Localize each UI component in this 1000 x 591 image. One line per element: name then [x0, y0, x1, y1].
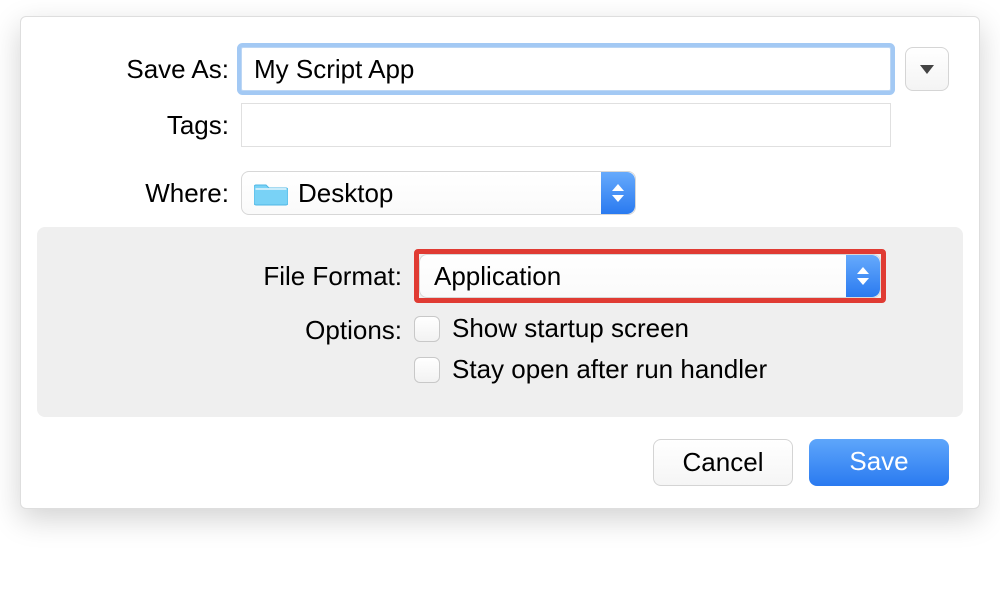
dialog-footer: Cancel Save	[51, 439, 949, 486]
show-startup-label: Show startup screen	[452, 313, 689, 344]
tags-input[interactable]	[241, 103, 891, 147]
stepper-arrows-icon	[601, 172, 635, 214]
where-popup[interactable]: Desktop	[241, 171, 636, 215]
options-block: File Format: Application Options: Show s…	[37, 227, 963, 417]
where-row: Where: Desktop	[51, 171, 949, 215]
checkbox-row-show-startup: Show startup screen	[414, 313, 767, 344]
stay-open-checkbox[interactable]	[414, 357, 440, 383]
file-format-popup[interactable]: Application	[419, 254, 881, 298]
save-as-label: Save As:	[51, 54, 241, 85]
cancel-button[interactable]: Cancel	[653, 439, 793, 486]
stepper-arrows-icon	[846, 255, 880, 297]
save-as-row: Save As: My Script App	[51, 47, 949, 91]
options-row: Options: Show startup screen Stay open a…	[77, 313, 923, 385]
file-format-label: File Format:	[77, 261, 414, 292]
expand-button[interactable]	[905, 47, 949, 91]
where-label: Where:	[51, 178, 241, 209]
where-value: Desktop	[298, 178, 635, 209]
checkbox-row-stay-open: Stay open after run handler	[414, 354, 767, 385]
options-label: Options:	[77, 313, 414, 346]
file-format-row: File Format: Application	[77, 249, 923, 303]
save-dialog: Save As: My Script App Tags: Where: Desk…	[20, 16, 980, 509]
folder-icon	[254, 180, 288, 206]
stay-open-label: Stay open after run handler	[452, 354, 767, 385]
save-button[interactable]: Save	[809, 439, 949, 486]
file-format-value: Application	[420, 261, 880, 292]
save-as-input[interactable]: My Script App	[241, 47, 891, 91]
chevron-down-icon	[920, 65, 934, 74]
tags-label: Tags:	[51, 110, 241, 141]
show-startup-checkbox[interactable]	[414, 316, 440, 342]
options-checkboxes: Show startup screen Stay open after run …	[414, 313, 767, 385]
file-format-highlight: Application	[414, 249, 886, 303]
tags-row: Tags:	[51, 103, 949, 147]
